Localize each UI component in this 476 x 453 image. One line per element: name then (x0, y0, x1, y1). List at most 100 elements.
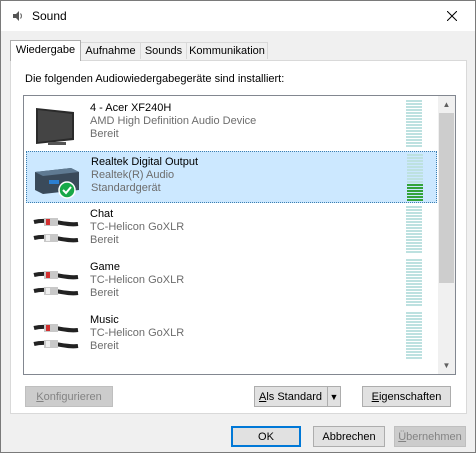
meter-segment (406, 327, 422, 329)
device-item-selected[interactable]: Realtek Digital Output Realtek(R) Audio … (26, 151, 437, 203)
properties-button[interactable]: Eigenschaften (362, 386, 451, 407)
tab-sounds[interactable]: Sounds (140, 42, 187, 59)
meter-segment (406, 304, 422, 306)
meter-segment (406, 301, 422, 303)
meter-segment (406, 262, 422, 264)
meter-segment (406, 351, 422, 353)
meter-segment (407, 175, 423, 177)
meter-segment (406, 274, 422, 276)
cancel-button[interactable]: Abbrechen (313, 426, 385, 447)
meter-segment (406, 339, 422, 341)
scroll-thumb[interactable] (439, 113, 454, 283)
meter-segment (406, 112, 422, 114)
meter-segment (406, 221, 422, 223)
meter-segment (407, 190, 423, 192)
meter-segment (406, 342, 422, 344)
meter-segment (406, 233, 422, 235)
configure-button[interactable]: Konfigurieren (25, 386, 113, 407)
meter-segment (406, 118, 422, 120)
meter-segment (406, 139, 422, 141)
meter-segment (406, 209, 422, 211)
speaker-icon (13, 11, 22, 21)
meter-segment (406, 283, 422, 285)
meter-segment (406, 227, 422, 229)
device-name: Music (90, 314, 119, 326)
meter-segment (406, 245, 422, 247)
meter-segment (406, 142, 422, 144)
meter-segment (407, 169, 423, 171)
meter-segment (406, 357, 422, 359)
meter-segment (406, 236, 422, 238)
meter-segment (406, 136, 422, 138)
meter-segment (406, 336, 422, 338)
device-item[interactable]: 4 - Acer XF240H AMD High Definition Audi… (26, 98, 437, 150)
meter-segment (406, 100, 422, 102)
meter-segment (406, 230, 422, 232)
meter-segment (406, 127, 422, 129)
meter-segment (406, 121, 422, 123)
level-meter (406, 206, 422, 254)
meter-segment (406, 292, 422, 294)
dropdown-arrow-icon: ▼ (329, 391, 339, 402)
set-default-dropdown[interactable]: ▼ (327, 386, 341, 407)
meter-segment (406, 212, 422, 214)
meter-segment (406, 321, 422, 323)
meter-segment (407, 184, 423, 186)
device-item[interactable]: Music TC-Helicon GoXLR Bereit (26, 310, 437, 362)
tab-wiedergabe[interactable]: Wiedergabe (10, 40, 81, 61)
device-status: Bereit (90, 128, 119, 140)
set-default-button[interactable]: Als Standard (254, 386, 328, 407)
meter-segment (406, 289, 422, 291)
meter-segment (406, 239, 422, 241)
playback-panel: Die folgenden Audiowiedergabegeräte sind… (10, 60, 467, 414)
device-list[interactable]: 4 - Acer XF240H AMD High Definition Audi… (23, 95, 456, 375)
scroll-down-button[interactable]: ▼ (438, 357, 455, 374)
meter-segment (406, 218, 422, 220)
meter-segment (406, 251, 422, 253)
device-driver: TC-Helicon GoXLR (90, 274, 185, 286)
meter-segment (406, 318, 422, 320)
device-status: Bereit (90, 287, 119, 299)
meter-segment (407, 178, 423, 180)
device-status: Standardgerät (91, 182, 161, 194)
device-status: Bereit (90, 234, 119, 246)
title-bar[interactable]: Sound (1, 1, 475, 31)
device-name: 4 - Acer XF240H (90, 102, 172, 114)
meter-segment (406, 295, 422, 297)
device-driver: TC-Helicon GoXLR (90, 327, 185, 339)
meter-segment (406, 224, 422, 226)
meter-segment (406, 115, 422, 117)
device-driver: Realtek(R) Audio (91, 169, 175, 181)
apply-button[interactable]: Übernehmen (394, 426, 466, 447)
scroll-up-button[interactable]: ▲ (438, 96, 455, 113)
tab-aufnahme[interactable]: Aufnahme (80, 42, 141, 59)
meter-segment (406, 315, 422, 317)
tab-kommunikation[interactable]: Kommunikation (186, 42, 268, 59)
meter-segment (406, 124, 422, 126)
window-title: Sound (32, 9, 67, 23)
ok-button[interactable]: OK (231, 426, 301, 447)
chevron-up-icon: ▲ (442, 100, 451, 109)
meter-segment (407, 157, 423, 159)
device-item[interactable]: Chat TC-Helicon GoXLR Bereit (26, 204, 437, 256)
meter-segment (406, 206, 422, 208)
meter-segment (406, 103, 422, 105)
meter-segment (407, 163, 423, 165)
meter-segment (406, 130, 422, 132)
rca-cable-icon (33, 218, 79, 243)
meter-segment (406, 133, 422, 135)
vertical-scrollbar[interactable]: ▲ ▼ (438, 96, 455, 374)
meter-segment (407, 196, 423, 198)
level-meter (406, 312, 422, 360)
meter-segment (406, 348, 422, 350)
device-item[interactable]: Game TC-Helicon GoXLR Bereit (26, 257, 437, 309)
close-button[interactable] (429, 1, 475, 31)
meter-segment (406, 145, 422, 147)
chevron-down-icon: ▼ (442, 361, 451, 370)
rca-cable-icon (33, 324, 79, 349)
meter-segment (406, 268, 422, 270)
meter-segment (406, 312, 422, 314)
device-driver: AMD High Definition Audio Device (90, 115, 257, 127)
device-status: Bereit (90, 340, 119, 352)
meter-segment (406, 248, 422, 250)
